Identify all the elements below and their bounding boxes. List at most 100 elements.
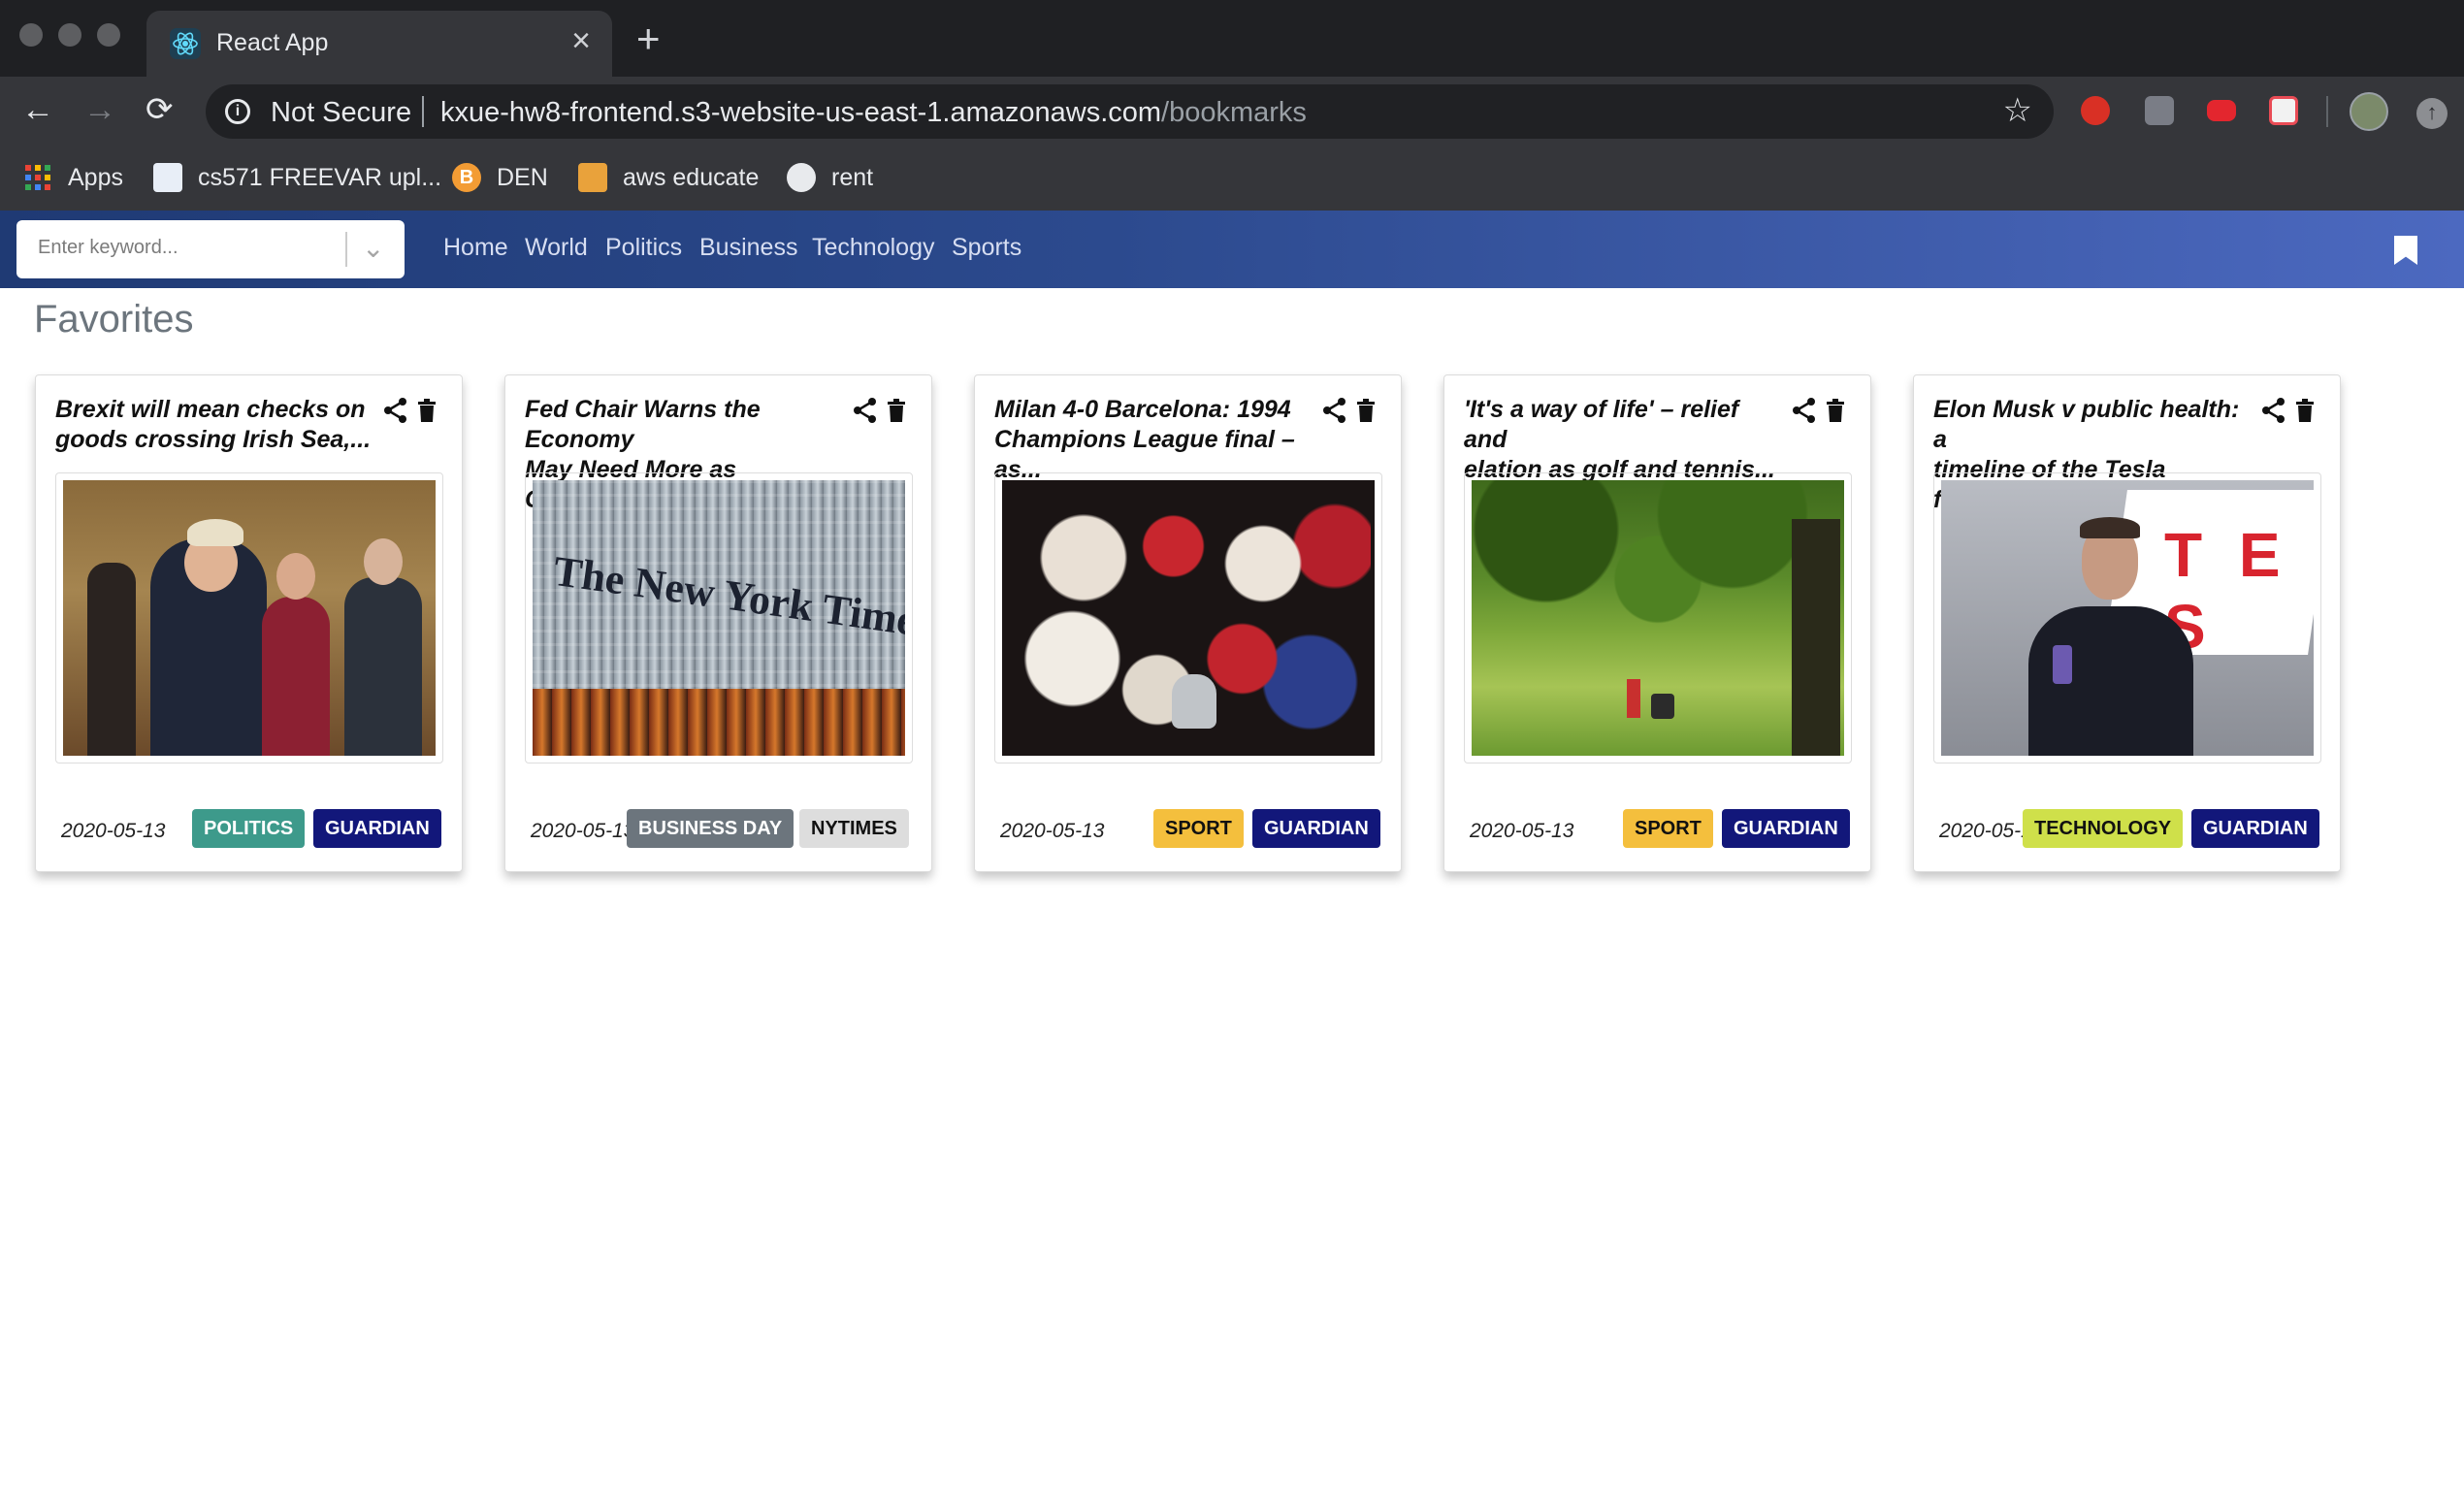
url-host: kxue-hw8-frontend.s3-website-us-east-1.a… [440,97,1162,128]
article-image-golf [1472,480,1844,756]
section-badge: TECHNOLOGY [2023,809,2184,848]
nav-politics[interactable]: Politics [605,234,682,262]
bookmark-label: aws educate [623,163,760,191]
browser-toolbar: ← → ⟳ i Not Secure kxue-hw8-frontend.s3-… [0,77,2464,145]
trash-icon[interactable] [2295,399,2315,422]
trash-icon[interactable] [417,399,437,422]
trash-icon[interactable] [1356,399,1376,422]
card-title-line: Elon Musk v public health: a [1933,396,2240,453]
article-image: T E S [1933,472,2321,763]
browser-tab-strip: React App × + [0,0,2464,77]
bookmarks-bar: Apps cs571 FREEVAR upl... B DEN aws educ… [0,145,2464,211]
favorite-card[interactable]: Fed Chair Warns the Economy May Need Mor… [504,374,932,872]
card-date: 2020-05-13 [1000,820,1105,842]
article-image [994,472,1382,763]
section-badge: SPORT [1623,809,1713,848]
article-image-tesla: T E S [1941,480,2314,756]
extension-icon[interactable] [2145,96,2174,125]
share-icon[interactable] [383,397,408,424]
favorite-card[interactable]: Elon Musk v public health: a timeline of… [1913,374,2341,872]
source-badge: GUARDIAN [313,809,441,848]
share-icon[interactable] [1322,397,1347,424]
share-icon[interactable] [853,397,878,424]
youtube-extension-icon[interactable] [2207,100,2236,121]
tab-title: React App [216,29,329,56]
toolbar-divider [2326,96,2328,127]
window-zoom-dot[interactable] [97,23,120,47]
article-image: The New York Times [525,472,913,763]
apps-grid-icon [25,165,50,190]
bookmark-rent[interactable]: rent [787,158,873,197]
share-icon[interactable] [2261,397,2286,424]
favorite-card[interactable]: Milan 4-0 Barcelona: 1994 Champions Leag… [974,374,1402,872]
card-title-line: goods crossing Irish Sea,... [55,426,372,453]
search-select[interactable]: Enter keyword... ⌄ [16,220,405,278]
bookmark-cs571[interactable]: cs571 FREEVAR upl... [153,158,441,197]
url-path: /bookmarks [1161,97,1307,128]
section-badge: BUSINESS DAY [627,809,794,848]
globe-icon [787,163,816,192]
nav-sports[interactable]: Sports [952,234,1021,262]
box-icon [578,163,607,192]
star-icon[interactable]: ☆ [2003,94,2032,127]
card-date: 2020-05-13 [61,820,166,842]
bookmark-apps[interactable]: Apps [23,158,123,197]
bookmark-label: rent [831,163,874,191]
chevron-down-icon[interactable]: ⌄ [362,233,384,264]
reload-icon[interactable]: ⟳ [146,90,174,129]
security-label[interactable]: Not Secure [271,97,411,129]
source-badge: GUARDIAN [1252,809,1380,848]
card-title-line: 'It's a way of life' – relief and [1464,396,1739,453]
article-image-politics [63,480,436,756]
bookmark-aws-educate[interactable]: aws educate [578,158,759,197]
bitcoin-icon: B [452,163,481,192]
bookmark-favicon [153,163,182,192]
card-title-line: Brexit will mean checks on [55,396,366,423]
article-image [1464,472,1852,763]
bookmark-icon[interactable] [2394,236,2417,265]
nav-business[interactable]: Business [699,234,797,262]
forward-arrow-icon[interactable]: → [83,90,116,129]
update-arrow-icon[interactable]: ↑ [2416,98,2448,129]
bookmark-label: Apps [68,163,123,191]
article-image-football [1002,480,1375,756]
nav-technology[interactable]: Technology [812,234,934,262]
card-title-line: Milan 4-0 Barcelona: 1994 [994,396,1291,423]
new-tab-button[interactable]: + [636,18,661,59]
section-badge: SPORT [1153,809,1244,848]
address-bar[interactable]: i Not Secure kxue-hw8-frontend.s3-websit… [206,84,2054,139]
window-minimize-dot[interactable] [58,23,81,47]
search-placeholder: Enter keyword... [38,237,178,258]
article-image [55,472,443,763]
favorite-card[interactable]: 'It's a way of life' – relief and elatio… [1443,374,1871,872]
favorite-card[interactable]: Brexit will mean checks on goods crossin… [35,374,463,872]
page-title: Favorites [34,298,194,341]
profile-avatar[interactable] [2350,92,2388,131]
card-date: 2020-05-13 [531,820,635,842]
source-badge: GUARDIAN [2191,809,2319,848]
react-logo-icon [170,28,201,59]
source-badge: NYTIMES [799,809,909,848]
search-separator [345,232,347,267]
card-title-line: Fed Chair Warns the Economy [525,396,761,453]
calendar-extension-icon[interactable] [2269,96,2298,125]
article-image-building: The New York Times [533,480,905,756]
app-navbar: Enter keyword... ⌄ Home World Politics B… [0,211,2464,288]
section-badge: POLITICS [192,809,306,848]
card-title: Brexit will mean checks on goods crossin… [55,395,375,455]
share-icon[interactable] [1792,397,1817,424]
bookmark-den[interactable]: B DEN [452,158,548,197]
window-close-dot[interactable] [19,23,43,47]
adblock-extension-icon[interactable] [2081,96,2110,125]
close-tab-icon[interactable]: × [571,24,591,57]
bookmark-label: DEN [497,163,548,191]
url-text[interactable]: kxue-hw8-frontend.s3-website-us-east-1.a… [440,97,1307,129]
nav-world[interactable]: World [525,234,588,262]
trash-icon[interactable] [887,399,906,422]
card-date: 2020-05-13 [1470,820,1574,842]
back-arrow-icon[interactable]: ← [21,90,54,129]
trash-icon[interactable] [1826,399,1845,422]
info-icon[interactable]: i [225,99,250,124]
browser-tab[interactable]: React App × [146,11,612,77]
nav-home[interactable]: Home [443,234,508,262]
